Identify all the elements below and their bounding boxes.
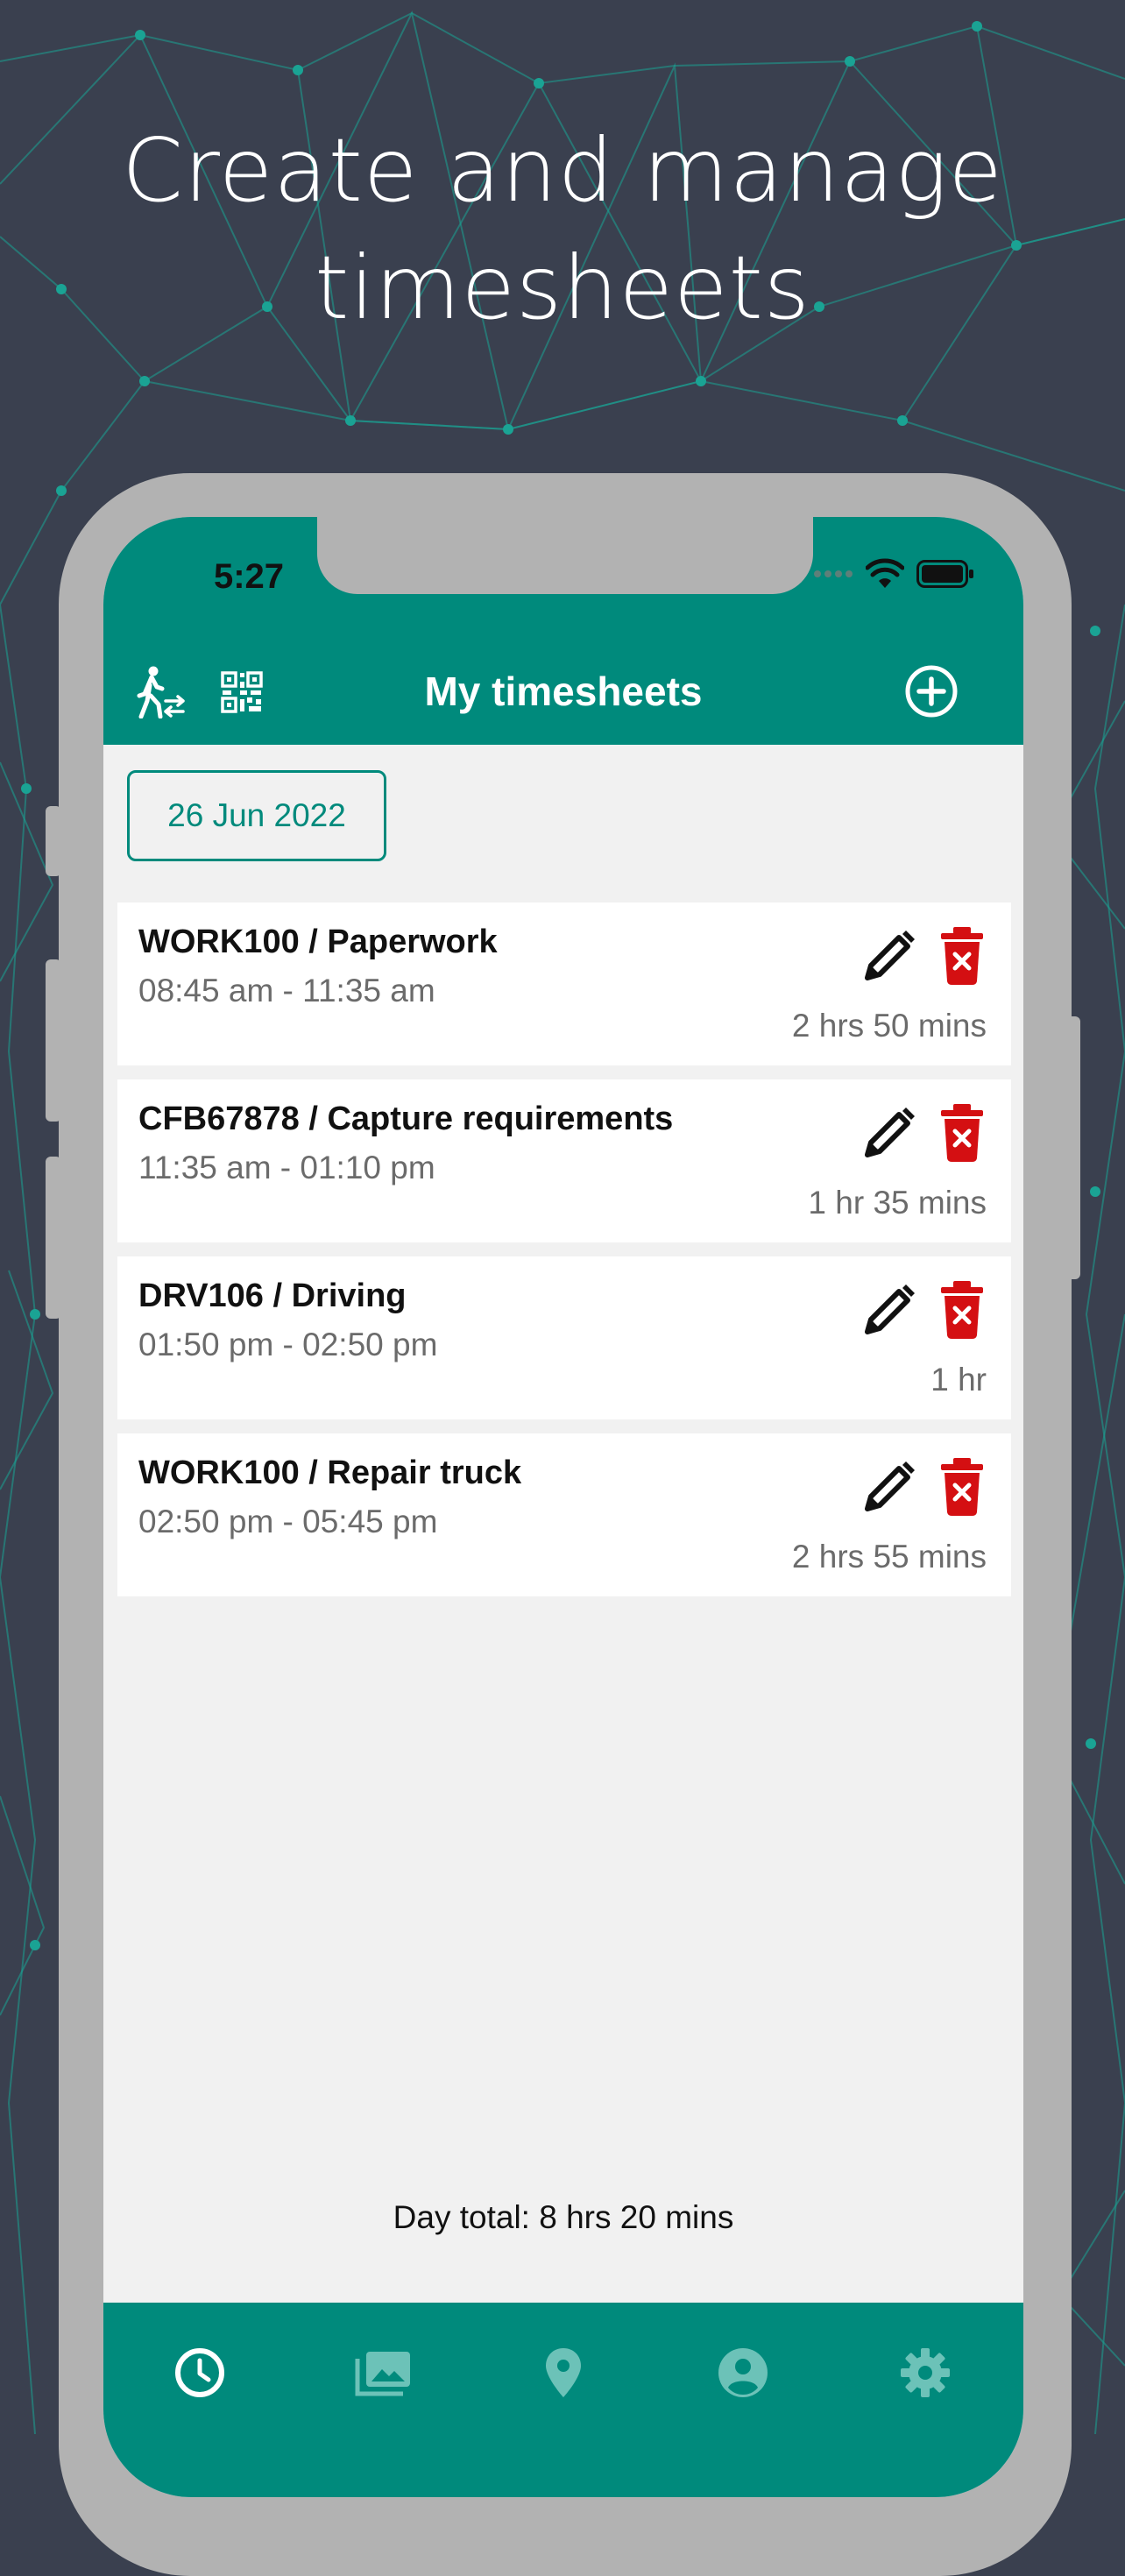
clock-icon: [175, 2348, 224, 2397]
app-bar: My timesheets: [103, 638, 1023, 745]
photos-icon: [355, 2352, 410, 2396]
delete-entry-button[interactable]: [938, 1279, 987, 1341]
add-timesheet-button[interactable]: [901, 661, 962, 722]
phone-screen: 5:27 My timesheets 26 Jun 2022 WORK100 /…: [103, 517, 1023, 2497]
edit-entry-button[interactable]: [859, 1456, 920, 1518]
nav-settings[interactable]: [890, 2338, 960, 2408]
status-time: 5:27: [213, 557, 285, 596]
entry-title: WORK100 / Paperwork: [138, 924, 498, 960]
phone-notch: [317, 517, 813, 594]
date-picker-button[interactable]: 26 Jun 2022: [127, 770, 386, 861]
pencil-icon: [865, 1108, 915, 1157]
cellular-signal-icon: [814, 570, 853, 577]
entry-duration: 2 hrs 55 mins: [791, 1539, 987, 1575]
entry-time-range: 01:50 pm - 02:50 pm: [138, 1327, 438, 1362]
status-icons: [813, 552, 974, 596]
promo-headline: Create and manage timesheets: [0, 112, 1125, 347]
qr-code-icon: [221, 671, 263, 713]
timesheet-entry[interactable]: WORK100 / Repair truck 02:50 pm - 05:45 …: [117, 1433, 1011, 1596]
entry-time-range: 08:45 am - 11:35 am: [138, 973, 435, 1008]
timesheet-entry[interactable]: WORK100 / Paperwork 08:45 am - 11:35 am …: [117, 902, 1011, 1065]
entry-time-range: 02:50 pm - 05:45 pm: [138, 1504, 438, 1539]
promo-headline-line-1: Create and manage: [122, 119, 1003, 222]
phone-mute-switch: [46, 806, 61, 876]
entry-duration: 1 hr 35 mins: [808, 1185, 987, 1221]
edit-entry-button[interactable]: [859, 1102, 920, 1164]
timesheet-entry[interactable]: DRV106 / Driving 01:50 pm - 02:50 pm 1 h…: [117, 1256, 1011, 1419]
entry-duration: 2 hrs 50 mins: [791, 1008, 987, 1044]
trash-icon: [941, 927, 983, 985]
battery-icon: [916, 560, 973, 588]
edit-entry-button[interactable]: [859, 1279, 920, 1341]
settings-gear-icon: [901, 2348, 950, 2397]
phone-power-button: [1065, 1016, 1080, 1279]
wifi-icon: [866, 558, 904, 588]
phone-volume-down-button: [46, 1157, 61, 1319]
entry-title: CFB67878 / Capture requirements: [138, 1100, 674, 1137]
promo-headline-line-2: timesheets: [315, 237, 810, 339]
status-bar: 5:27 My timesheets: [103, 517, 1023, 745]
trash-icon: [941, 1104, 983, 1162]
timesheet-list: WORK100 / Paperwork 08:45 am - 11:35 am …: [117, 902, 1011, 1610]
phone-volume-up-button: [46, 959, 61, 1122]
entry-title: WORK100 / Repair truck: [138, 1454, 522, 1491]
person-walking-arrows-icon: [137, 666, 185, 718]
entry-time-range: 11:35 am - 01:10 pm: [138, 1150, 435, 1185]
clock-in-out-button[interactable]: [133, 664, 189, 720]
entry-duration: 1 hr: [930, 1362, 987, 1398]
delete-entry-button[interactable]: [938, 1456, 987, 1518]
delete-entry-button[interactable]: [938, 1102, 987, 1164]
nav-locations[interactable]: [528, 2338, 598, 2408]
location-pin-icon: [546, 2348, 581, 2397]
delete-entry-button[interactable]: [938, 925, 987, 987]
nav-photos[interactable]: [349, 2338, 419, 2408]
entry-title: DRV106 / Driving: [138, 1277, 407, 1314]
account-icon: [718, 2348, 768, 2397]
pencil-icon: [865, 931, 915, 980]
scan-qr-button[interactable]: [214, 664, 270, 720]
trash-icon: [941, 1458, 983, 1516]
timesheet-entry[interactable]: CFB67878 / Capture requirements 11:35 am…: [117, 1079, 1011, 1242]
nav-account[interactable]: [708, 2338, 778, 2408]
day-total: Day total: 8 hrs 20 mins: [393, 2199, 734, 2235]
add-circle-icon: [905, 665, 958, 718]
edit-entry-button[interactable]: [859, 925, 920, 987]
pencil-icon: [865, 1461, 915, 1511]
nav-timesheets[interactable]: [165, 2338, 235, 2408]
pencil-icon: [865, 1284, 915, 1334]
bottom-navigation: [103, 2303, 1023, 2497]
trash-icon: [941, 1281, 983, 1339]
